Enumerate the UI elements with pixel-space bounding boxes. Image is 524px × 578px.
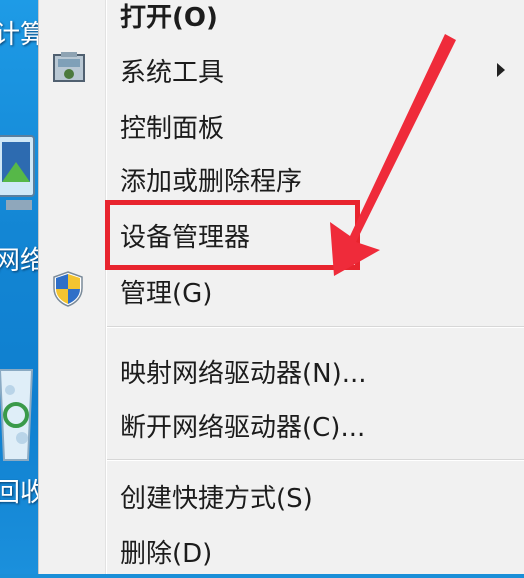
annotation-arrow-icon [330,34,456,276]
